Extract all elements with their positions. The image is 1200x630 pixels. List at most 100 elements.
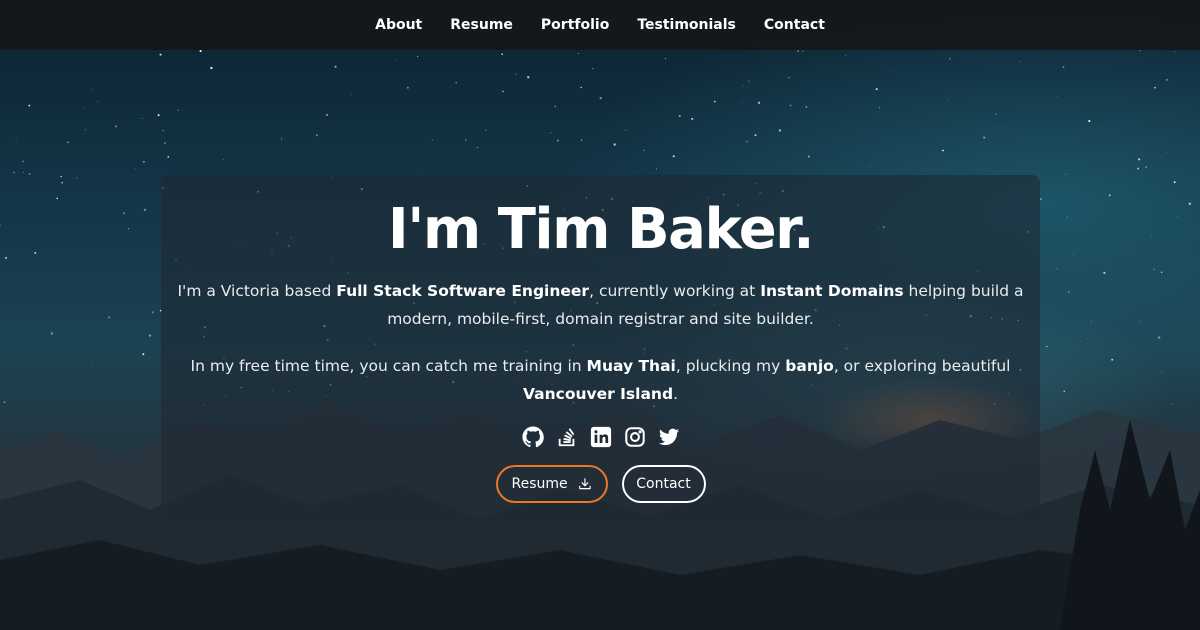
- star: [22, 160, 24, 163]
- star: [5, 256, 8, 259]
- star: [1111, 358, 1114, 361]
- star: [875, 88, 878, 91]
- hero-title: I'm Tim Baker.: [387, 197, 815, 262]
- star: [869, 164, 871, 166]
- star: [210, 66, 213, 70]
- hobbies-paragraph: In my free time time, you can catch me t…: [176, 352, 1026, 408]
- star: [1066, 216, 1069, 219]
- intro-paragraph: I'm a Victoria based Full Stack Software…: [176, 277, 1026, 333]
- star: [581, 139, 583, 141]
- star: [878, 107, 880, 109]
- star: [713, 100, 716, 103]
- resume-button[interactable]: Resume: [495, 465, 608, 503]
- star: [143, 161, 145, 163]
- star: [805, 106, 808, 108]
- star: [1166, 152, 1168, 154]
- star: [613, 143, 616, 146]
- github-icon[interactable]: [521, 426, 544, 448]
- intro-highlight-role: Full Stack Software Engineer: [336, 282, 590, 300]
- star: [784, 52, 786, 54]
- star: [672, 155, 675, 158]
- nav-item-resume[interactable]: Resume: [450, 17, 513, 33]
- intro-text-2: , currently working at: [589, 282, 761, 300]
- star: [754, 134, 757, 137]
- star: [148, 334, 152, 337]
- star: [1108, 194, 1111, 197]
- hobbies-text-1: In my free time time, you can catch me t…: [190, 357, 587, 375]
- linkedin-icon[interactable]: [590, 426, 612, 448]
- star: [92, 366, 93, 368]
- star: [1139, 321, 1141, 323]
- star: [134, 167, 136, 169]
- star: [664, 58, 667, 60]
- star: [789, 104, 792, 107]
- star: [406, 86, 409, 89]
- star: [67, 141, 69, 144]
- star: [625, 130, 627, 131]
- twitter-icon[interactable]: [658, 426, 680, 448]
- contact-button[interactable]: Contact: [621, 465, 706, 503]
- star: [1151, 234, 1152, 236]
- nav-item-contact[interactable]: Contact: [764, 17, 825, 33]
- star: [949, 58, 951, 60]
- star: [223, 159, 224, 160]
- star: [527, 76, 530, 79]
- star: [643, 149, 645, 152]
- hero-buttons: Resume Contact: [161, 465, 1040, 503]
- nav-item-portfolio[interactable]: Portfolio: [541, 17, 609, 33]
- star: [757, 101, 761, 104]
- star: [743, 100, 744, 102]
- star: [1145, 166, 1147, 168]
- star: [315, 134, 318, 137]
- star: [1065, 173, 1067, 175]
- star: [691, 117, 694, 120]
- star: [50, 332, 53, 335]
- star: [1072, 254, 1074, 255]
- nav-item-about[interactable]: About: [375, 17, 422, 33]
- star: [678, 114, 681, 117]
- star: [202, 63, 203, 64]
- instagram-icon[interactable]: [624, 426, 646, 448]
- star: [141, 117, 143, 119]
- star: [157, 114, 160, 117]
- star: [97, 101, 99, 103]
- star: [656, 168, 657, 170]
- star: [13, 171, 15, 174]
- star: [280, 138, 283, 140]
- star: [942, 149, 944, 152]
- hobbies-text-2: , plucking my: [675, 357, 786, 375]
- star: [1062, 66, 1065, 68]
- star: [983, 136, 986, 139]
- star: [802, 50, 804, 52]
- star: [554, 105, 557, 108]
- star: [1056, 96, 1058, 97]
- hobbies-highlight-muay-thai: Muay Thai: [586, 357, 676, 375]
- star: [1088, 119, 1091, 123]
- star: [501, 53, 504, 56]
- hobbies-text-4: .: [673, 385, 678, 403]
- star: [1154, 86, 1156, 89]
- star: [396, 59, 398, 61]
- hobbies-highlight-island: Vancouver Island: [522, 385, 674, 403]
- star: [1139, 50, 1141, 52]
- star: [15, 137, 17, 139]
- nav-item-testimonials[interactable]: Testimonials: [637, 17, 736, 33]
- star: [1188, 202, 1191, 205]
- star: [592, 68, 594, 70]
- contact-button-label: Contact: [636, 476, 691, 492]
- star: [556, 139, 559, 142]
- star: [91, 88, 92, 90]
- star: [1046, 345, 1048, 348]
- star: [844, 54, 846, 56]
- star: [1161, 371, 1163, 373]
- star: [1090, 320, 1092, 322]
- star: [23, 171, 24, 173]
- star: [455, 81, 457, 84]
- star: [465, 139, 467, 141]
- stackoverflow-icon[interactable]: [556, 426, 578, 448]
- star: [351, 94, 353, 95]
- star: [476, 151, 478, 153]
- star: [748, 80, 750, 82]
- star: [334, 65, 337, 68]
- star: [34, 252, 37, 254]
